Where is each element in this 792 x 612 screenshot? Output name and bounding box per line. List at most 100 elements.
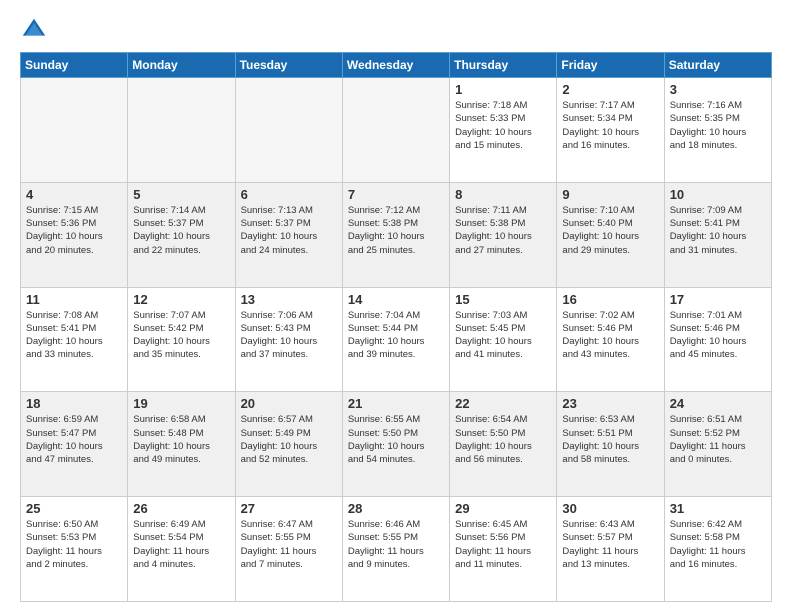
day-number: 14	[348, 292, 444, 307]
calendar-week-0: 1Sunrise: 7:18 AM Sunset: 5:33 PM Daylig…	[21, 78, 772, 183]
day-number: 26	[133, 501, 229, 516]
day-info: Sunrise: 7:04 AM Sunset: 5:44 PM Dayligh…	[348, 309, 444, 362]
day-info: Sunrise: 7:07 AM Sunset: 5:42 PM Dayligh…	[133, 309, 229, 362]
calendar-cell: 9 Sunrise: 7:10 AM Sunset: 5:40 PM Daylig…	[557, 182, 664, 287]
calendar-cell: 17 Sunrise: 7:01 AM Sunset: 5:46 PM Dayli…	[664, 287, 771, 392]
day-info: Sunrise: 6:55 AM Sunset: 5:50 PM Dayligh…	[348, 413, 444, 466]
day-info: Sunrise: 7:10 AM Sunset: 5:40 PM Dayligh…	[562, 204, 658, 257]
calendar-cell: 6Sunrise: 7:13 AM Sunset: 5:37 PM Daylig…	[235, 182, 342, 287]
day-info: Sunrise: 6:51 AM Sunset: 5:52 PM Dayligh…	[670, 413, 766, 466]
day-info: Sunrise: 6:59 AM Sunset: 5:47 PM Dayligh…	[26, 413, 122, 466]
calendar-cell: 30 Sunrise: 6:43 AM Sunset: 5:57 PM Dayli…	[557, 497, 664, 602]
calendar-cell: 19 Sunrise: 6:58 AM Sunset: 5:48 PM Dayli…	[128, 392, 235, 497]
day-number: 24	[670, 396, 766, 411]
day-number: 3	[670, 82, 766, 97]
day-info: Sunrise: 6:45 AM Sunset: 5:56 PM Dayligh…	[455, 518, 551, 571]
calendar-week-1: 4Sunrise: 7:15 AM Sunset: 5:36 PM Daylig…	[21, 182, 772, 287]
calendar-table: SundayMondayTuesdayWednesdayThursdayFrid…	[20, 52, 772, 602]
day-info: Sunrise: 6:42 AM Sunset: 5:58 PM Dayligh…	[670, 518, 766, 571]
calendar-cell: 16 Sunrise: 7:02 AM Sunset: 5:46 PM Dayli…	[557, 287, 664, 392]
page: SundayMondayTuesdayWednesdayThursdayFrid…	[0, 0, 792, 612]
day-info: Sunrise: 7:16 AM Sunset: 5:35 PM Dayligh…	[670, 99, 766, 152]
day-number: 18	[26, 396, 122, 411]
day-info: Sunrise: 7:14 AM Sunset: 5:37 PM Dayligh…	[133, 204, 229, 257]
day-number: 16	[562, 292, 658, 307]
day-number: 27	[241, 501, 337, 516]
calendar-cell: 8 Sunrise: 7:11 AM Sunset: 5:38 PM Daylig…	[450, 182, 557, 287]
day-number: 15	[455, 292, 551, 307]
calendar-cell: 23 Sunrise: 6:53 AM Sunset: 5:51 PM Dayli…	[557, 392, 664, 497]
day-number: 22	[455, 396, 551, 411]
calendar-cell: 21 Sunrise: 6:55 AM Sunset: 5:50 PM Dayli…	[342, 392, 449, 497]
day-number: 28	[348, 501, 444, 516]
calendar-week-2: 11 Sunrise: 7:08 AM Sunset: 5:41 PM Dayli…	[21, 287, 772, 392]
day-info: Sunrise: 7:06 AM Sunset: 5:43 PM Dayligh…	[241, 309, 337, 362]
calendar-cell: 7 Sunrise: 7:12 AM Sunset: 5:38 PM Daylig…	[342, 182, 449, 287]
calendar-cell: 29 Sunrise: 6:45 AM Sunset: 5:56 PM Dayli…	[450, 497, 557, 602]
day-number: 23	[562, 396, 658, 411]
day-info: Sunrise: 6:50 AM Sunset: 5:53 PM Dayligh…	[26, 518, 122, 571]
calendar-cell: 18 Sunrise: 6:59 AM Sunset: 5:47 PM Dayli…	[21, 392, 128, 497]
day-info: Sunrise: 6:57 AM Sunset: 5:49 PM Dayligh…	[241, 413, 337, 466]
day-info: Sunrise: 6:53 AM Sunset: 5:51 PM Dayligh…	[562, 413, 658, 466]
day-info: Sunrise: 7:09 AM Sunset: 5:41 PM Dayligh…	[670, 204, 766, 257]
calendar-header-sunday: Sunday	[21, 53, 128, 78]
calendar-cell	[342, 78, 449, 183]
day-number: 9	[562, 187, 658, 202]
logo-icon	[20, 16, 48, 44]
day-number: 20	[241, 396, 337, 411]
day-number: 8	[455, 187, 551, 202]
calendar-cell: 28 Sunrise: 6:46 AM Sunset: 5:55 PM Dayli…	[342, 497, 449, 602]
day-info: Sunrise: 6:43 AM Sunset: 5:57 PM Dayligh…	[562, 518, 658, 571]
day-info: Sunrise: 6:47 AM Sunset: 5:55 PM Dayligh…	[241, 518, 337, 571]
calendar-cell: 11 Sunrise: 7:08 AM Sunset: 5:41 PM Dayli…	[21, 287, 128, 392]
calendar-cell: 4Sunrise: 7:15 AM Sunset: 5:36 PM Daylig…	[21, 182, 128, 287]
calendar-header-thursday: Thursday	[450, 53, 557, 78]
calendar-cell: 10Sunrise: 7:09 AM Sunset: 5:41 PM Dayli…	[664, 182, 771, 287]
calendar-header-saturday: Saturday	[664, 53, 771, 78]
day-number: 1	[455, 82, 551, 97]
day-info: Sunrise: 6:49 AM Sunset: 5:54 PM Dayligh…	[133, 518, 229, 571]
day-info: Sunrise: 6:54 AM Sunset: 5:50 PM Dayligh…	[455, 413, 551, 466]
calendar-cell: 22 Sunrise: 6:54 AM Sunset: 5:50 PM Dayli…	[450, 392, 557, 497]
day-info: Sunrise: 7:02 AM Sunset: 5:46 PM Dayligh…	[562, 309, 658, 362]
calendar-cell: 27 Sunrise: 6:47 AM Sunset: 5:55 PM Dayli…	[235, 497, 342, 602]
day-number: 6	[241, 187, 337, 202]
calendar-week-3: 18 Sunrise: 6:59 AM Sunset: 5:47 PM Dayli…	[21, 392, 772, 497]
calendar-cell: 24 Sunrise: 6:51 AM Sunset: 5:52 PM Dayli…	[664, 392, 771, 497]
calendar-cell: 3 Sunrise: 7:16 AM Sunset: 5:35 PM Daylig…	[664, 78, 771, 183]
calendar-cell: 25 Sunrise: 6:50 AM Sunset: 5:53 PM Dayli…	[21, 497, 128, 602]
calendar-cell	[128, 78, 235, 183]
day-number: 12	[133, 292, 229, 307]
day-number: 30	[562, 501, 658, 516]
day-info: Sunrise: 7:03 AM Sunset: 5:45 PM Dayligh…	[455, 309, 551, 362]
calendar-cell: 2Sunrise: 7:17 AM Sunset: 5:34 PM Daylig…	[557, 78, 664, 183]
calendar-cell: 31 Sunrise: 6:42 AM Sunset: 5:58 PM Dayli…	[664, 497, 771, 602]
day-info: Sunrise: 7:01 AM Sunset: 5:46 PM Dayligh…	[670, 309, 766, 362]
day-number: 17	[670, 292, 766, 307]
day-number: 4	[26, 187, 122, 202]
day-number: 5	[133, 187, 229, 202]
day-number: 11	[26, 292, 122, 307]
day-number: 25	[26, 501, 122, 516]
day-info: Sunrise: 7:12 AM Sunset: 5:38 PM Dayligh…	[348, 204, 444, 257]
day-number: 7	[348, 187, 444, 202]
calendar-header-row: SundayMondayTuesdayWednesdayThursdayFrid…	[21, 53, 772, 78]
day-number: 2	[562, 82, 658, 97]
day-number: 31	[670, 501, 766, 516]
day-info: Sunrise: 7:08 AM Sunset: 5:41 PM Dayligh…	[26, 309, 122, 362]
day-info: Sunrise: 6:58 AM Sunset: 5:48 PM Dayligh…	[133, 413, 229, 466]
calendar-cell: 1Sunrise: 7:18 AM Sunset: 5:33 PM Daylig…	[450, 78, 557, 183]
day-number: 19	[133, 396, 229, 411]
day-number: 21	[348, 396, 444, 411]
calendar-cell: 12 Sunrise: 7:07 AM Sunset: 5:42 PM Dayli…	[128, 287, 235, 392]
calendar-header-monday: Monday	[128, 53, 235, 78]
calendar-cell: 13Sunrise: 7:06 AM Sunset: 5:43 PM Dayli…	[235, 287, 342, 392]
day-info: Sunrise: 6:46 AM Sunset: 5:55 PM Dayligh…	[348, 518, 444, 571]
day-info: Sunrise: 7:11 AM Sunset: 5:38 PM Dayligh…	[455, 204, 551, 257]
header	[20, 16, 772, 44]
calendar-cell: 5 Sunrise: 7:14 AM Sunset: 5:37 PM Daylig…	[128, 182, 235, 287]
calendar-week-4: 25 Sunrise: 6:50 AM Sunset: 5:53 PM Dayli…	[21, 497, 772, 602]
day-number: 29	[455, 501, 551, 516]
calendar-header-tuesday: Tuesday	[235, 53, 342, 78]
